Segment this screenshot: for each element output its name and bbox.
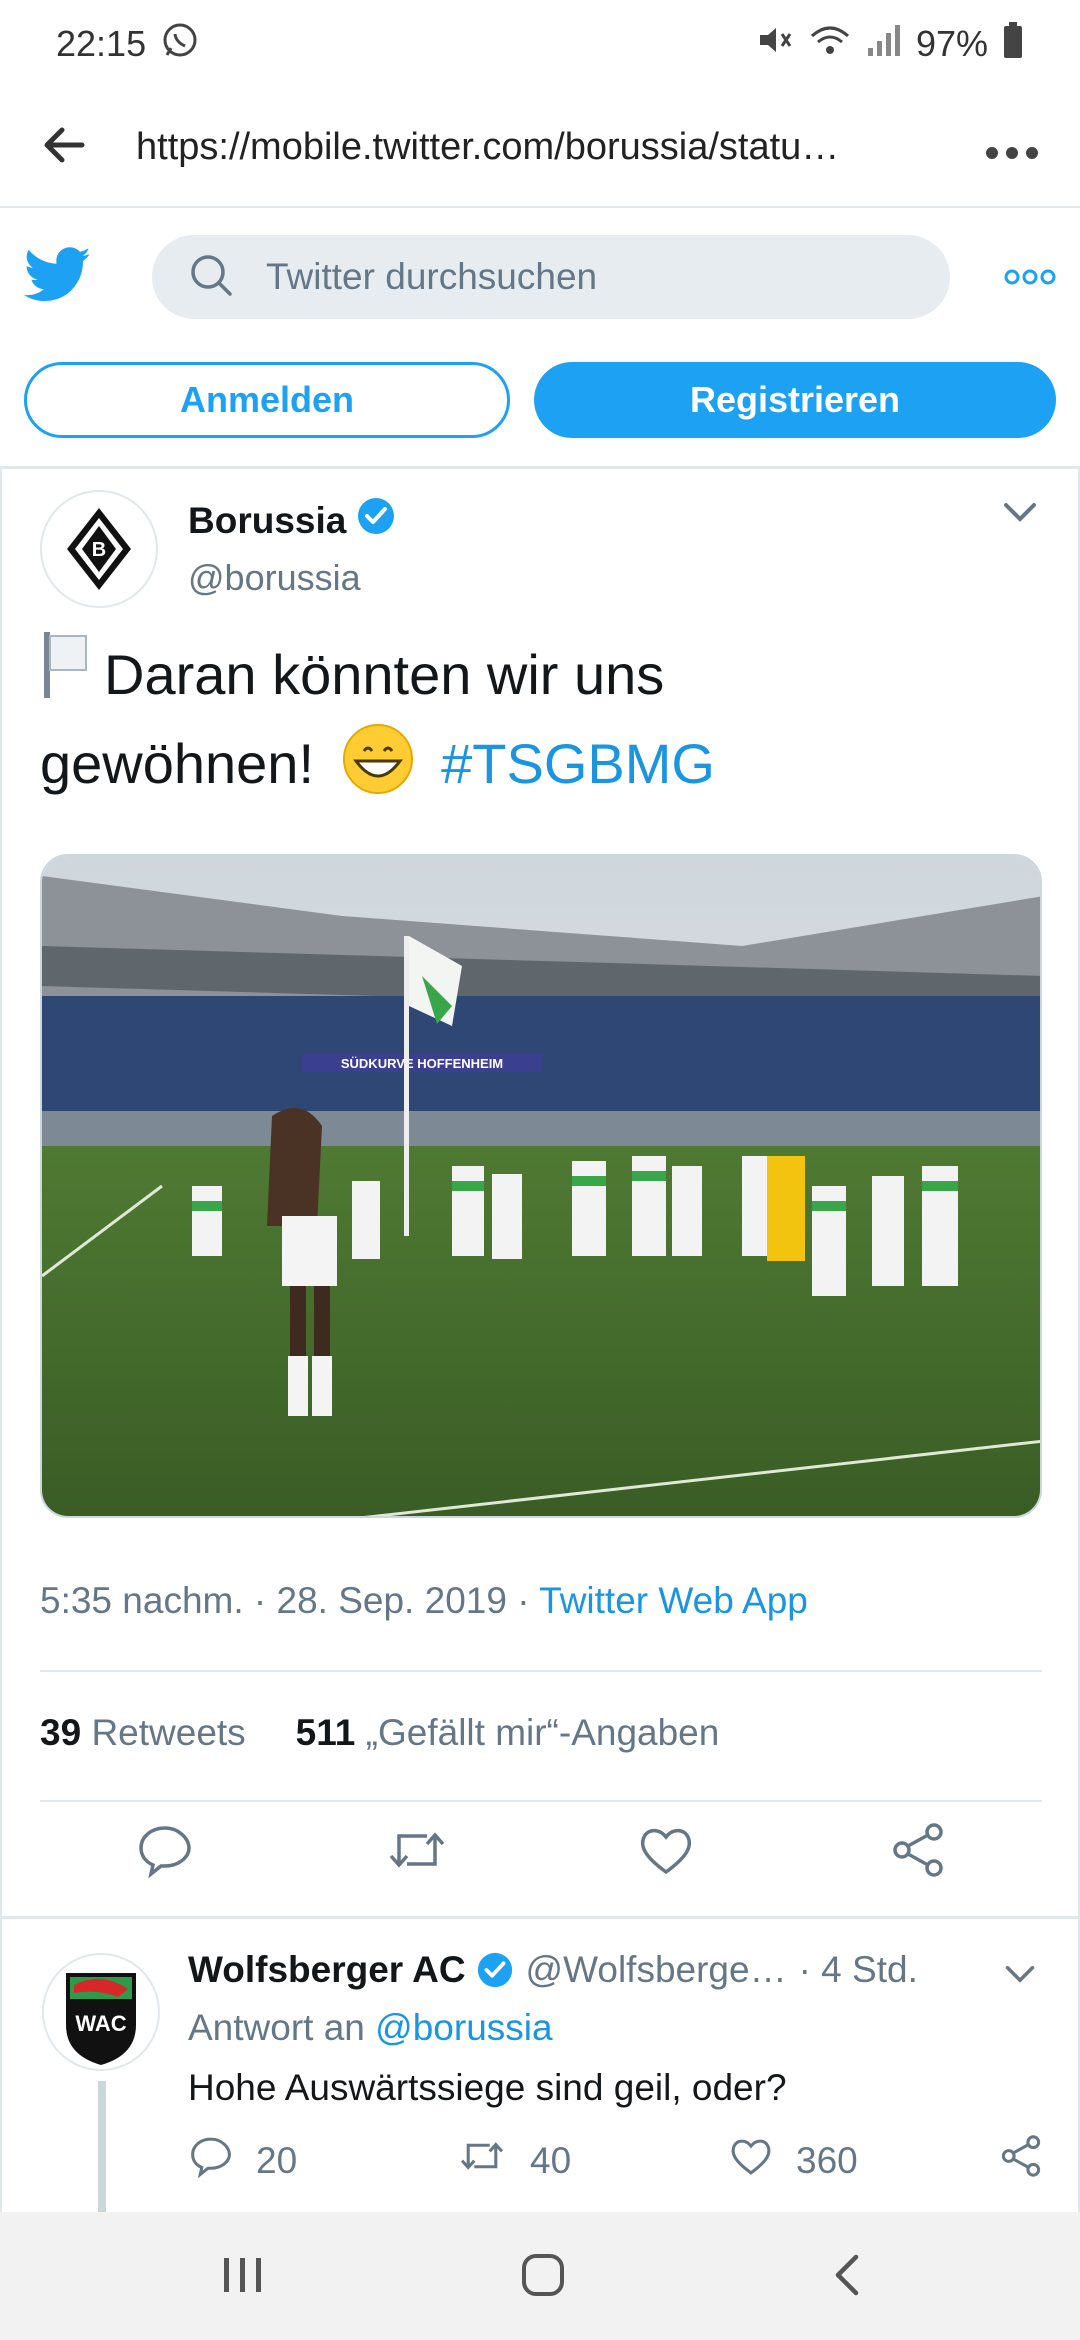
tweet-stats: 39 Retweets 511 „Gefällt mir“-Angaben (40, 1712, 719, 1754)
reply-icon (188, 2133, 234, 2188)
tweet-photo[interactable]: SÜDKURVE HOFFENHEIM (40, 854, 1042, 1518)
search-placeholder: Twitter durchsuchen (266, 256, 598, 297)
reply-author-name: Wolfsberger AC (188, 1949, 466, 1990)
flag-icon (40, 630, 90, 721)
share-icon (998, 2133, 1044, 2188)
reply-like-button[interactable]: 360 (728, 2133, 858, 2188)
author-name: Borussia (188, 499, 347, 541)
signal-icon (866, 20, 902, 69)
chevron-down-icon[interactable] (1004, 1963, 1036, 1990)
reply-to-mention[interactable]: @borussia (375, 2007, 552, 2048)
photo-banner-text: SÜDKURVE HOFFENHEIM (341, 1056, 503, 1071)
likes-label: „Gefällt mir“-Angaben (365, 1712, 720, 1753)
like-icon (728, 2133, 774, 2188)
grin-emoji-icon (340, 721, 416, 818)
login-button[interactable]: Anmelden (24, 362, 510, 438)
tweet-time: 5:35 nachm. · 28. Sep. 2019 · (40, 1580, 530, 1621)
twitter-bird-icon[interactable] (23, 246, 92, 308)
verified-icon (476, 1951, 514, 1989)
home-icon[interactable] (520, 2252, 566, 2303)
reply-avatar[interactable]: WAC (42, 1953, 160, 2071)
whatsapp-icon (160, 20, 200, 69)
reply-to: Antwort an @borussia (188, 2007, 553, 2049)
likes-stat[interactable]: 511 „Gefällt mir“-Angaben (296, 1712, 720, 1754)
mute-icon (754, 20, 794, 69)
chevron-down-icon[interactable] (1002, 500, 1038, 529)
hashtag-link[interactable]: #TSGBMG (441, 732, 715, 795)
reply-header: Wolfsberger AC @Wolfsberge… · 4 Std. (188, 1949, 918, 1991)
borussia-logo-icon: B (67, 508, 131, 590)
wac-logo-icon: WAC (66, 1973, 136, 2065)
url-field[interactable]: https://mobile.twitter.com/borussia/stat… (136, 126, 944, 169)
tweet-actions (0, 1820, 1080, 1900)
status-bar: 22:15 97% (0, 0, 1080, 88)
system-nav-bar (0, 2212, 1080, 2340)
tweet-text: Daran könnten wir uns gewöhnen! #TSGBMG (40, 630, 1040, 818)
register-button[interactable]: Registrieren (534, 362, 1056, 438)
share-icon[interactable] (888, 1820, 948, 1880)
divider (40, 1800, 1042, 1802)
search-icon (188, 252, 234, 303)
verified-icon (356, 496, 396, 545)
tweet-text-line1: Daran könnten wir uns (104, 643, 665, 706)
auth-buttons: Anmelden Registrieren (0, 362, 1080, 442)
recent-apps-icon[interactable] (220, 2252, 266, 2303)
likes-count: 511 (295, 1712, 356, 1753)
wifi-icon (808, 20, 852, 69)
browser-url-bar: https://mobile.twitter.com/borussia/stat… (0, 88, 1080, 208)
back-arrow-icon[interactable] (40, 122, 86, 173)
reply-tweet[interactable]: WAC Wolfsberger AC @Wolfsberge… · 4 Std.… (0, 1919, 1080, 2221)
tweet-author[interactable]: B Borussia @borussia (40, 490, 396, 608)
like-icon[interactable] (636, 1820, 696, 1880)
reply-retweets-count: 40 (530, 2139, 572, 2181)
retweets-count: 39 (40, 1712, 82, 1753)
tweet-source-link[interactable]: Twitter Web App (539, 1580, 808, 1621)
divider (40, 1670, 1042, 1672)
svg-text:B: B (92, 539, 106, 561)
twitter-header: Twitter durchsuchen (0, 212, 1080, 342)
reply-to-prefix: Antwort an (188, 2007, 365, 2048)
reply-age: · 4 Std. (798, 1949, 918, 1990)
more-icon[interactable] (984, 122, 1040, 172)
status-time: 22:15 (56, 23, 147, 64)
thread-line (98, 2081, 106, 2221)
retweet-icon (456, 2133, 508, 2188)
retweets-label: Retweets (91, 1712, 246, 1753)
retweets-stat[interactable]: 39 Retweets (40, 1712, 246, 1754)
reply-icon[interactable] (135, 1820, 195, 1880)
reply-actions: 20 40 360 (188, 2133, 1048, 2193)
svg-text:WAC: WAC (75, 2011, 126, 2036)
tweet-meta: 5:35 nachm. · 28. Sep. 2019 · Twitter We… (40, 1580, 808, 1622)
avatar[interactable]: B (40, 490, 158, 608)
battery-text: 97% (915, 23, 988, 64)
author-handle: @borussia (188, 557, 361, 598)
search-input[interactable]: Twitter durchsuchen (152, 235, 950, 319)
reply-text: Hohe Auswärtssiege sind geil, oder? (188, 2067, 787, 2108)
reply-retweet-button[interactable]: 40 (456, 2133, 571, 2188)
reply-likes-count: 360 (796, 2139, 858, 2181)
reply-reply-button[interactable]: 20 (188, 2133, 297, 2188)
reply-author-handle: @Wolfsberge… (525, 1949, 787, 1990)
reply-replies-count: 20 (256, 2139, 298, 2181)
back-icon[interactable] (826, 2252, 872, 2303)
more-options-icon[interactable] (1004, 261, 1056, 293)
retweet-icon[interactable] (385, 1820, 445, 1880)
tweet-text-line2: gewöhnen! (40, 732, 315, 795)
battery-icon (1002, 20, 1024, 69)
stadium-photo: SÜDKURVE HOFFENHEIM (42, 856, 1040, 1516)
reply-share-button[interactable] (998, 2133, 1044, 2188)
